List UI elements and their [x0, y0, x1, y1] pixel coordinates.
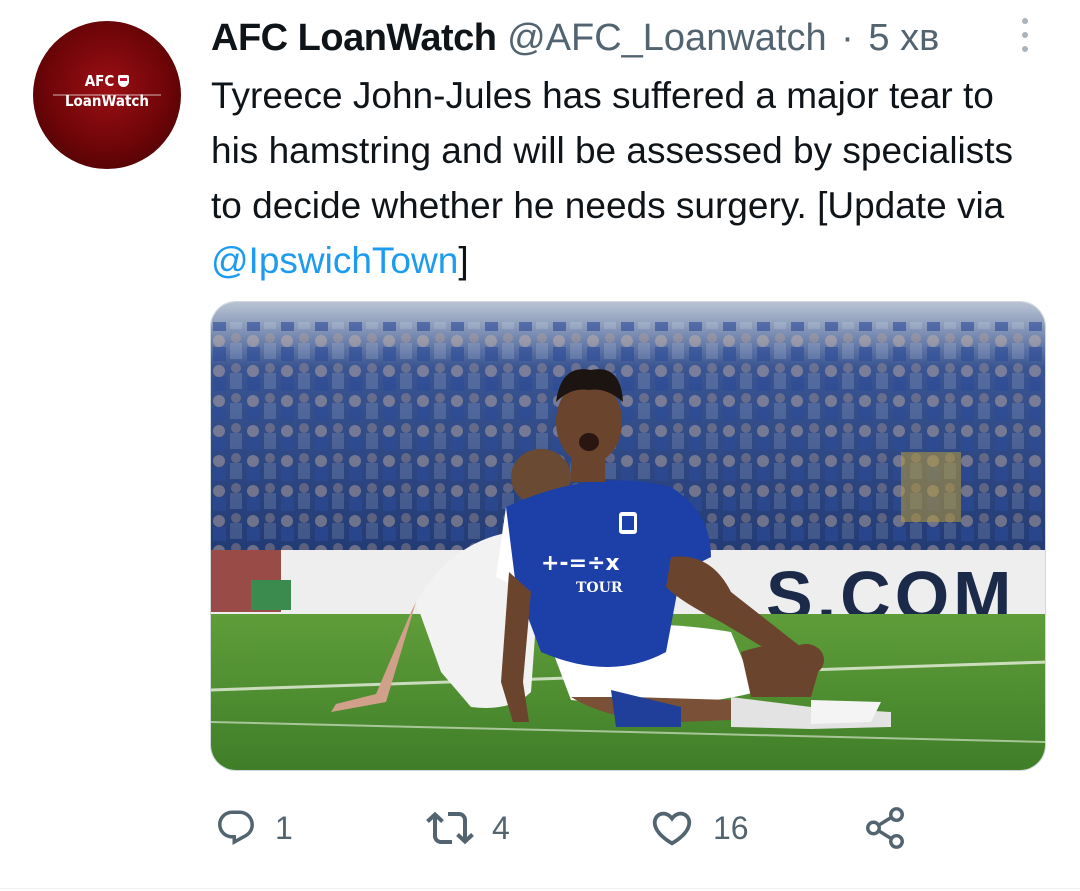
avatar-logo: AFC LoanWatch — [33, 71, 181, 111]
mention-link[interactable]: @IpswichTown — [211, 240, 458, 281]
more-vertical-icon[interactable] — [1018, 18, 1032, 54]
user-handle[interactable]: @AFC_Loanwatch — [507, 17, 827, 59]
divider — [0, 888, 1080, 889]
tweet-text-end: ] — [458, 240, 469, 281]
reply-count: 1 — [275, 809, 293, 846]
crest-icon — [118, 75, 130, 87]
avatar-divider — [53, 94, 161, 96]
like-icon — [652, 811, 692, 846]
share-button[interactable] — [862, 800, 908, 856]
tweet-text: Tyreece John-Jules has suffered a major … — [211, 68, 1041, 288]
retweet-count: 4 — [492, 809, 510, 846]
tweet-media-photo[interactable]: S.COM +-=÷x TOUR — [210, 301, 1046, 771]
tweet-header: AFC LoanWatch @AFC_Loanwatch · 5 хв — [211, 14, 939, 62]
avatar[interactable]: AFC LoanWatch — [33, 21, 181, 169]
retweet-icon — [426, 811, 474, 845]
retweet-button[interactable]: 4 — [426, 800, 510, 856]
share-icon — [866, 807, 904, 849]
shirt-sponsor-text: +-=÷x — [541, 551, 620, 576]
tweet-actions: 1 4 16 — [0, 800, 1080, 856]
football-photo: S.COM +-=÷x TOUR — [211, 302, 1045, 770]
separator-dot: · — [841, 17, 854, 59]
shirt-sponsor-subtext: TOUR — [576, 580, 623, 596]
avatar-logo-line1: AFC — [84, 72, 115, 90]
reply-icon — [218, 810, 254, 845]
tweet-text-body: Tyreece John-Jules has suffered a major … — [211, 75, 1014, 226]
tweet-timestamp[interactable]: 5 хв — [868, 17, 939, 59]
like-count: 16 — [713, 809, 749, 846]
reply-button[interactable]: 1 — [215, 800, 293, 856]
like-button[interactable]: 16 — [649, 800, 749, 856]
display-name[interactable]: AFC LoanWatch — [211, 17, 497, 59]
